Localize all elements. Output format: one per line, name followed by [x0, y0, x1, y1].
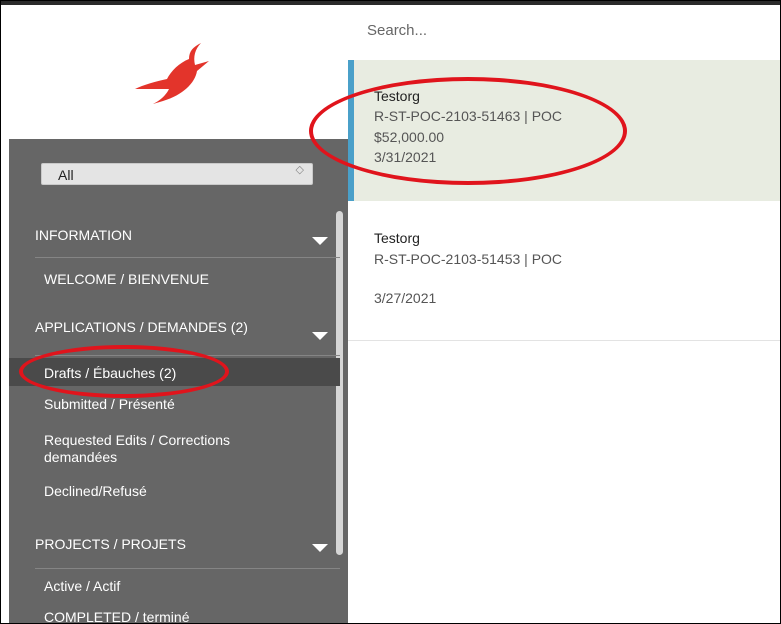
nav-item-welcome[interactable]: WELCOME / BIENVENUE — [44, 271, 209, 288]
updown-arrow-icon: ◇ — [295, 164, 304, 176]
nav-item-requested-edits[interactable]: Requested Edits / Corrections demandées — [44, 432, 294, 466]
divider — [35, 568, 340, 569]
section-projects-header[interactable]: PROJECTS / PROJETS — [35, 536, 186, 552]
chevron-down-icon[interactable] — [312, 332, 328, 340]
result-card[interactable] — [348, 201, 780, 341]
section-information-header[interactable]: INFORMATION — [35, 227, 132, 243]
chevron-down-icon[interactable] — [312, 544, 328, 552]
result-title: Testorg — [374, 230, 420, 246]
highlight-oval-drafts — [19, 345, 229, 398]
search-placeholder: Search... — [367, 22, 428, 39]
nav-item-declined[interactable]: Declined/Refusé — [44, 483, 147, 500]
highlight-oval-result — [309, 77, 627, 185]
filter-value: All — [58, 167, 74, 183]
result-reference: R-ST-POC-2103-51453 | POC — [374, 251, 563, 267]
result-date: 3/27/2021 — [374, 290, 437, 306]
nav-item-completed[interactable]: COMPLETED / terminé — [44, 609, 189, 623]
app-window: All ◇ INFORMATION WELCOME / BIENVENUE AP… — [0, 0, 781, 624]
logo-area — [1, 5, 348, 139]
chevron-down-icon[interactable] — [312, 237, 328, 245]
divider — [35, 257, 340, 258]
section-applications-header[interactable]: APPLICATIONS / DEMANDES (2) — [35, 319, 248, 335]
nav-item-active[interactable]: Active / Actif — [44, 578, 120, 595]
nav-item-submitted[interactable]: Submitted / Présenté — [44, 396, 175, 413]
filter-select[interactable]: All ◇ — [41, 163, 313, 185]
bird-logo-icon — [135, 43, 209, 104]
